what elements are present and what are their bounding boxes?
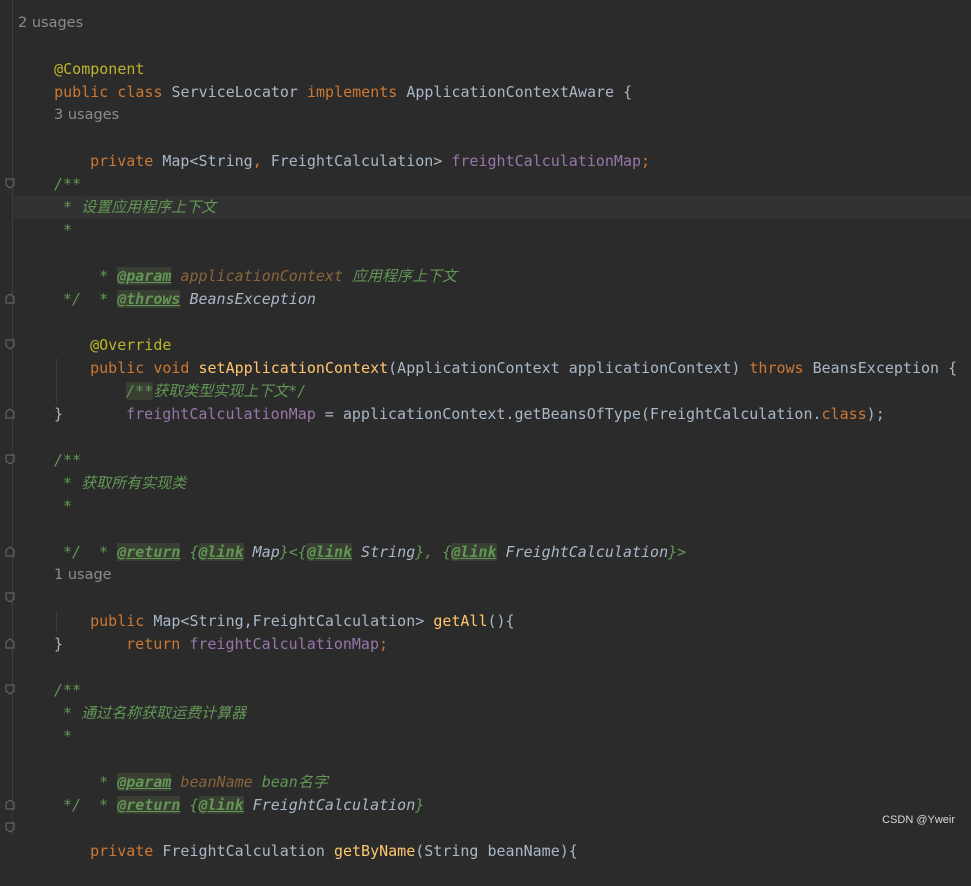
code-line[interactable]: public Map<String,FreightCalculation> ge… — [54, 587, 514, 630]
doc-tag: @link — [306, 543, 353, 561]
expression: ); — [866, 405, 885, 423]
doc-type-ref: FreightCalculation — [496, 543, 669, 561]
method-args: (ApplicationContext applicationContext) — [388, 359, 750, 377]
keyword: public class — [54, 83, 172, 101]
doc-type-ref: Map — [243, 543, 280, 561]
usages-hint[interactable]: 2 usages — [18, 12, 83, 35]
doc-comment-line[interactable]: * @return {@link Map}<{@link String}, {@… — [54, 518, 686, 561]
doc-text: }<{ — [279, 543, 307, 561]
method-args: (){ — [487, 612, 515, 630]
doc-type-ref: BeansException — [180, 290, 316, 308]
keyword: private — [90, 842, 163, 860]
doc-text: * — [90, 543, 118, 561]
watermark: CSDN @Yweir — [882, 814, 955, 826]
code-line[interactable]: public void setApplicationContext(Applic… — [54, 334, 957, 377]
keyword: class — [821, 405, 867, 423]
doc-comment-line[interactable]: */ — [54, 288, 81, 311]
fold-marker-icon[interactable] — [5, 339, 15, 350]
punctuation: , — [252, 152, 271, 170]
code-line[interactable]: /**获取类型实现上下文*/ — [90, 357, 306, 400]
field-name: freightCalculationMap — [189, 635, 379, 653]
doc-comment-line[interactable]: /** — [54, 679, 81, 702]
doc-tag: @link — [198, 543, 244, 561]
keyword: implements — [307, 83, 407, 101]
expression: = applicationContext.getBeansOfType(Frei… — [315, 405, 822, 423]
doc-comment-line[interactable]: * @return {@link FreightCalculation} — [54, 771, 424, 814]
doc-text: * — [90, 796, 118, 814]
keyword: private — [90, 152, 163, 170]
punctuation: ; — [379, 635, 389, 653]
type: Map<String — [162, 152, 253, 170]
doc-type-ref: FreightCalculation — [243, 796, 416, 814]
doc-text: * — [90, 290, 118, 308]
fold-marker-icon[interactable] — [5, 546, 15, 557]
fold-marker-icon[interactable] — [5, 293, 15, 304]
code-line[interactable]: } — [54, 403, 63, 426]
doc-text: } — [415, 796, 425, 814]
method-name: getByName — [333, 842, 416, 860]
doc-tag: @return — [117, 796, 181, 814]
doc-comment-line[interactable]: /** — [54, 173, 81, 196]
fold-marker-icon[interactable] — [5, 799, 15, 810]
doc-text: }, { — [415, 543, 452, 561]
interface-name: ApplicationContextAware { — [406, 83, 633, 101]
doc-tag: @throws — [117, 290, 181, 308]
code-editor[interactable]: 2 usages @Component public class Service… — [0, 0, 971, 860]
doc-comment-line[interactable]: * — [54, 219, 72, 242]
doc-tag: @return — [117, 543, 181, 561]
field-name: freightCalculationMap — [451, 152, 642, 170]
fold-marker-icon[interactable] — [5, 454, 15, 465]
doc-text: { — [180, 796, 199, 814]
code-line[interactable]: public class ServiceLocator implements A… — [18, 58, 632, 101]
doc-tag: @link — [198, 796, 244, 814]
code-line[interactable]: private FreightCalculation getByName(Str… — [54, 817, 578, 860]
doc-comment-line[interactable]: * @throws BeansException — [54, 265, 316, 308]
fold-marker-icon[interactable] — [5, 822, 15, 833]
class-name: ServiceLocator — [171, 83, 307, 101]
doc-comment-line[interactable]: */ — [54, 541, 81, 564]
punctuation: ; — [641, 152, 651, 170]
doc-comment-line[interactable]: * — [54, 725, 72, 748]
field-name: freightCalculationMap — [126, 405, 316, 423]
doc-text: }> — [668, 543, 687, 561]
doc-tag: @link — [451, 543, 497, 561]
code-line[interactable]: @Override — [54, 311, 171, 354]
fold-marker-icon[interactable] — [5, 638, 15, 649]
fold-marker-icon[interactable] — [5, 178, 15, 189]
fold-marker-icon[interactable] — [5, 592, 15, 603]
keyword: return — [126, 635, 190, 653]
fold-marker-icon[interactable] — [5, 408, 15, 419]
exception-type: BeansException { — [812, 359, 958, 377]
method-name: getAll — [433, 612, 488, 630]
doc-comment-line[interactable]: /** — [54, 449, 81, 472]
doc-text: 应用程序上下文 — [352, 267, 458, 285]
code-line[interactable]: @Component — [18, 35, 144, 78]
keyword: throws — [749, 359, 813, 377]
doc-type-ref: String — [352, 543, 416, 561]
code-line[interactable]: private Map<String, FreightCalculation> … — [54, 127, 650, 170]
doc-comment-line[interactable]: * 通过名称获取运费计算器 — [54, 702, 246, 725]
code-line[interactable]: return freightCalculationMap; — [90, 610, 388, 653]
doc-comment-line[interactable]: * @param beanName bean名字 — [54, 748, 328, 791]
doc-text: { — [180, 543, 199, 561]
usages-hint[interactable]: 3 usages — [54, 104, 119, 127]
type: FreightCalculation> — [270, 152, 452, 170]
fold-marker-icon[interactable] — [5, 684, 15, 695]
doc-comment-line[interactable]: * — [54, 495, 72, 518]
code-line[interactable]: } — [54, 633, 63, 656]
method-args: (String beanName){ — [415, 842, 578, 860]
type: FreightCalculation — [162, 842, 334, 860]
doc-comment-line[interactable]: * 设置应用程序上下文 — [54, 196, 216, 219]
usages-hint[interactable]: 1 usage — [54, 564, 112, 587]
doc-comment-line[interactable]: * 获取所有实现类 — [54, 472, 186, 495]
code-line[interactable]: freightCalculationMap = applicationConte… — [90, 380, 885, 423]
doc-comment-line[interactable]: */ — [54, 794, 81, 817]
doc-comment-line[interactable]: * @param applicationContext 应用程序上下文 — [54, 242, 457, 285]
